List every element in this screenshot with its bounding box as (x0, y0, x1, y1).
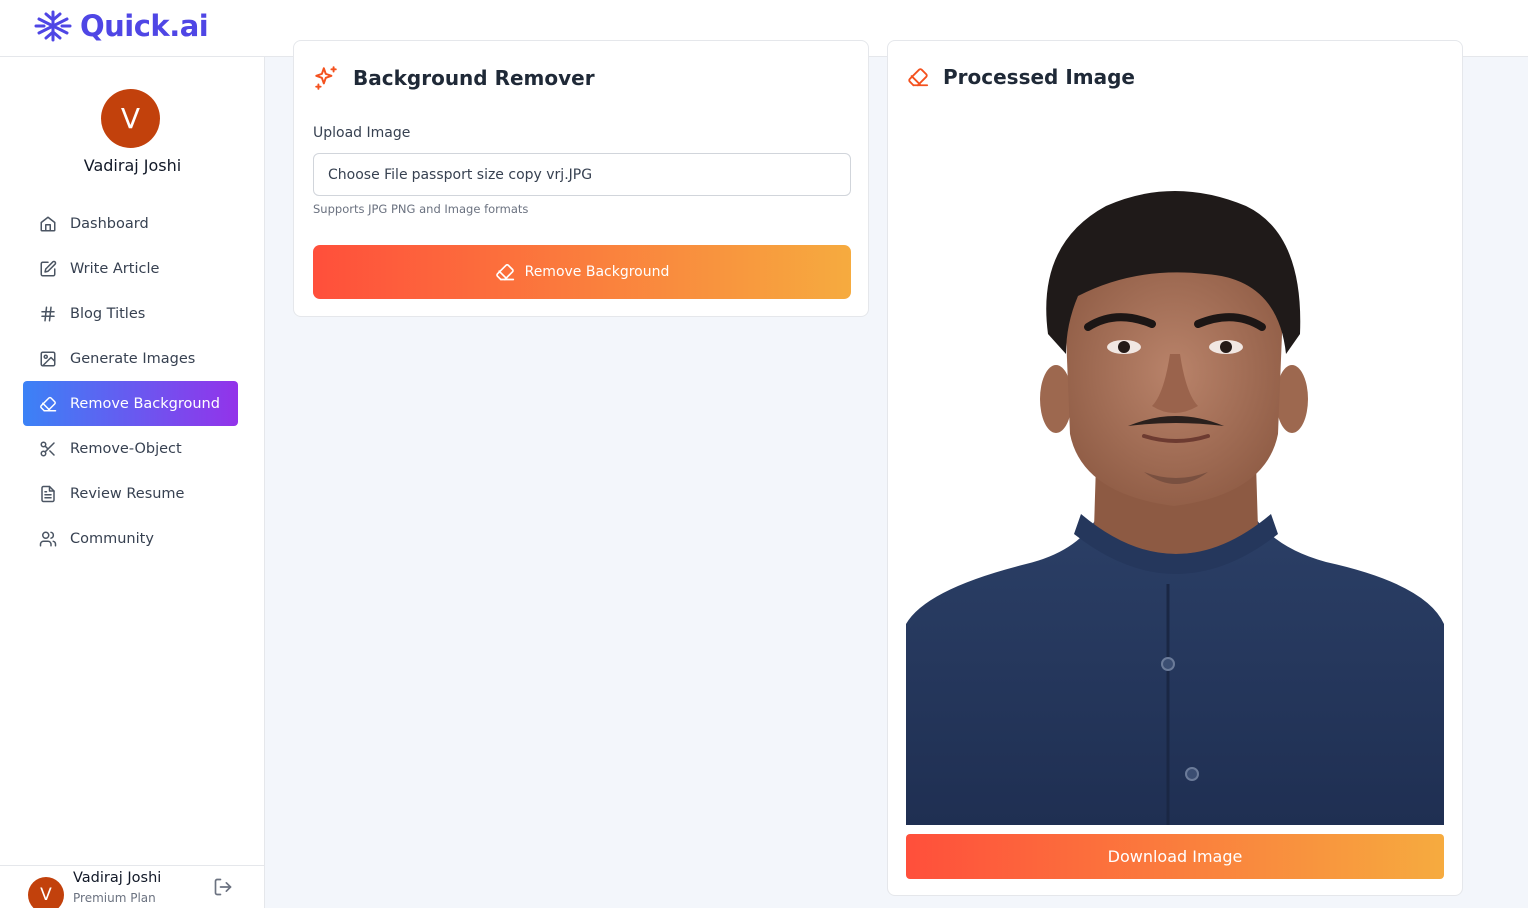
home-icon (39, 215, 57, 233)
edit-icon (39, 260, 57, 278)
sidebar-item-label: Generate Images (70, 350, 196, 367)
footer-user-name: Vadiraj Joshi (73, 870, 162, 886)
sparkle-logo-icon (34, 10, 72, 42)
footer-user-plan: Premium Plan (73, 891, 156, 905)
hash-icon (39, 305, 57, 323)
scissors-icon (39, 440, 57, 458)
avatar[interactable]: V (28, 877, 64, 908)
sidebar-item-community[interactable]: Community (23, 516, 238, 561)
processed-image-card: Processed Image Download Image (887, 40, 1463, 896)
sidebar-item-generate-images[interactable]: Generate Images (23, 336, 238, 381)
sidebar-item-label: Remove Background (70, 395, 220, 412)
sidebar-item-review-resume[interactable]: Review Resume (23, 471, 238, 516)
background-remover-title: Background Remover (353, 66, 595, 90)
sidebar-item-label: Community (70, 530, 154, 547)
file-input[interactable]: Choose File passport size copy vrj.JPG (313, 153, 851, 196)
sidebar-item-dashboard[interactable]: Dashboard (23, 201, 238, 246)
upload-image-label: Upload Image (313, 125, 411, 141)
download-image-label: Download Image (1107, 847, 1243, 866)
remove-background-button[interactable]: Remove Background (313, 245, 851, 299)
background-remover-card: Background Remover Upload Image Choose F… (293, 40, 869, 317)
processed-image-title: Processed Image (943, 65, 1135, 89)
sidebar-item-label: Review Resume (70, 485, 185, 502)
users-icon (39, 530, 57, 548)
sidebar-item-remove-object[interactable]: Remove-Object (23, 426, 238, 471)
sidebar-nav: Dashboard Write Article Blog Titles Gene… (23, 201, 238, 561)
remove-background-label: Remove Background (524, 264, 670, 280)
eraser-icon (495, 264, 514, 281)
sidebar: V Vadiraj Joshi Dashboard Write Article … (0, 57, 265, 908)
download-image-button[interactable]: Download Image (906, 834, 1444, 879)
user-name: Vadiraj Joshi (83, 156, 182, 175)
sparkles-icon (315, 66, 337, 90)
logout-icon[interactable] (213, 877, 233, 897)
card-title: Background Remover (313, 65, 595, 91)
sidebar-item-label: Write Article (70, 260, 160, 277)
image-icon (39, 350, 57, 368)
user-footer: V Vadiraj Joshi Premium Plan (0, 865, 265, 908)
sidebar-item-label: Remove-Object (70, 440, 182, 457)
selected-file-name: passport size copy vrj.JPG (411, 166, 593, 183)
sidebar-item-remove-background[interactable]: Remove Background (23, 381, 238, 426)
choose-file-button[interactable]: Choose File (328, 167, 408, 183)
card-title: Processed Image (907, 65, 1135, 89)
file-text-icon (39, 485, 57, 503)
format-hint: Supports JPG PNG and Image formats (313, 202, 529, 216)
sidebar-item-write-article[interactable]: Write Article (23, 246, 238, 291)
avatar[interactable]: V (101, 89, 160, 148)
eraser-icon (39, 395, 57, 413)
sidebar-item-label: Dashboard (70, 215, 149, 232)
processed-image (906, 184, 1444, 825)
sidebar-item-label: Blog Titles (70, 305, 146, 322)
eraser-icon (908, 68, 929, 87)
app-logo[interactable]: Quick.ai (32, 8, 209, 44)
sidebar-item-blog-titles[interactable]: Blog Titles (23, 291, 238, 336)
app-name: Quick.ai (80, 9, 209, 43)
